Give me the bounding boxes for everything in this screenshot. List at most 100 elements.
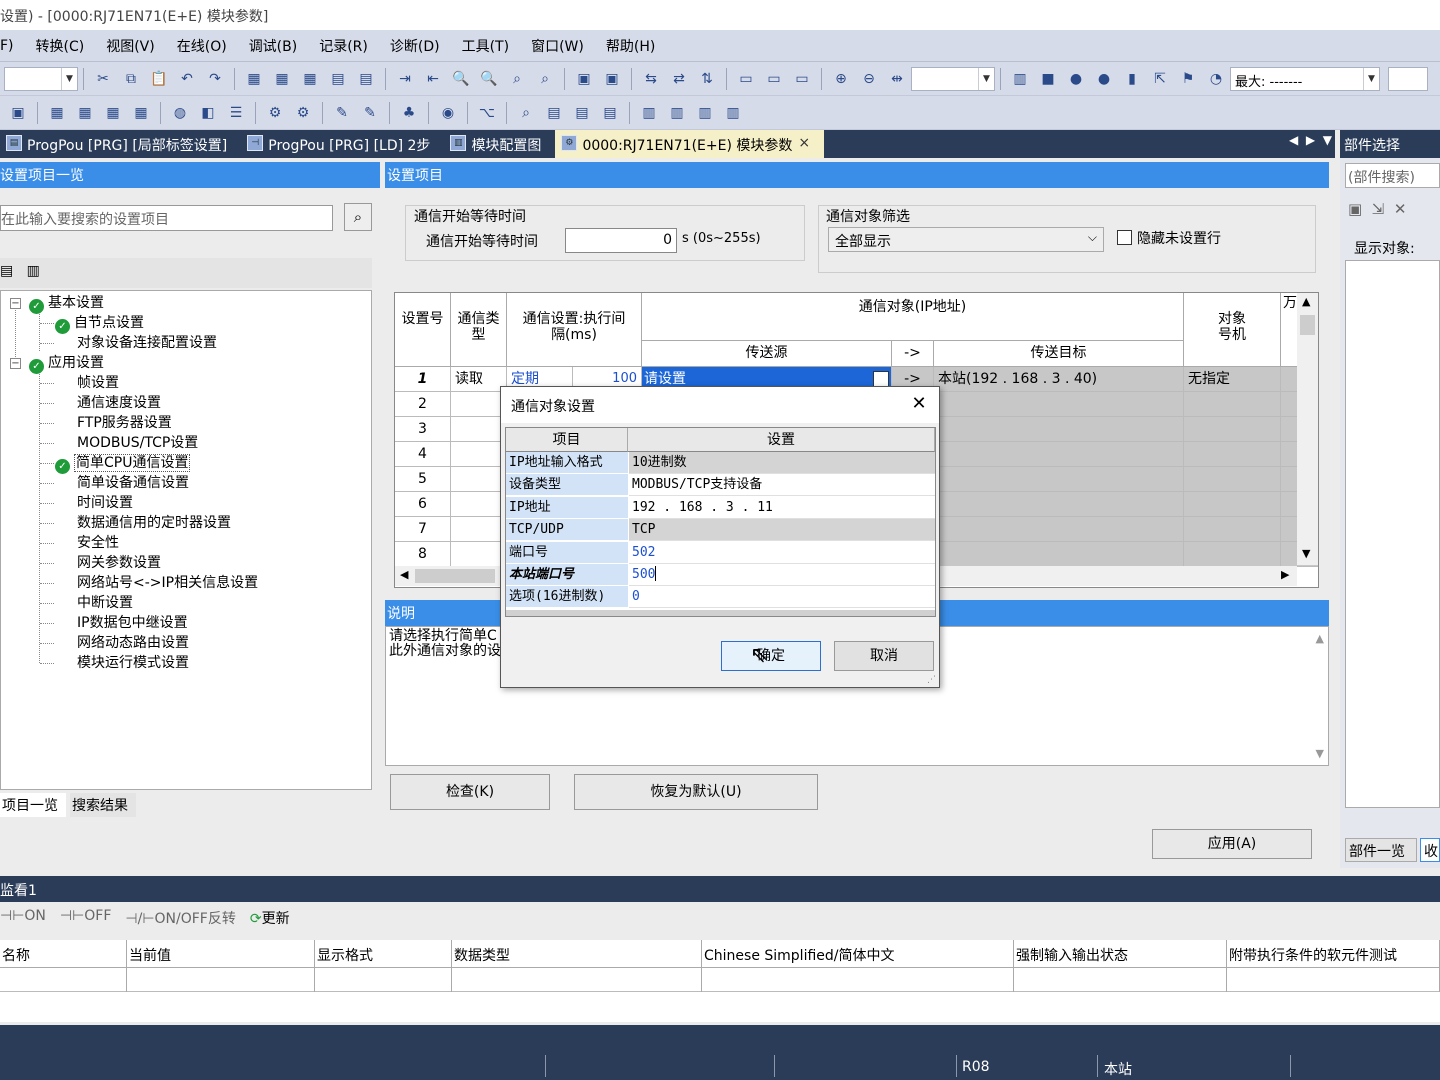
tree-node[interactable]: MODBUS/TCP设置 bbox=[77, 433, 198, 453]
table-cell[interactable]: 4 bbox=[395, 442, 451, 467]
watch-col-value[interactable]: 当前值 bbox=[127, 940, 315, 968]
check-icon[interactable]: ● bbox=[1065, 68, 1087, 90]
table-cell[interactable]: 5 bbox=[395, 467, 451, 492]
tree-node[interactable]: ✓ 自节点设置 bbox=[55, 313, 144, 334]
device-search-icon[interactable]: ▦ bbox=[271, 68, 293, 90]
convert-all-icon[interactable]: ✎ bbox=[359, 102, 381, 124]
table-cell[interactable]: 无指定 bbox=[1184, 367, 1281, 392]
zoom-in-icon[interactable]: ⊕ bbox=[830, 68, 852, 90]
tab-module-config[interactable]: ▥ 模块配置图 bbox=[444, 130, 555, 158]
table-cell[interactable] bbox=[1184, 492, 1281, 517]
watch-col-test[interactable]: 附带执行条件的软元件测试 bbox=[1227, 940, 1440, 968]
tab-list-icon[interactable]: ▼ bbox=[1323, 133, 1332, 147]
table-cell[interactable] bbox=[1184, 392, 1281, 417]
filter-select[interactable]: 全部显示 ⌵ bbox=[828, 227, 1104, 252]
table-icon-1[interactable]: ▥ bbox=[638, 102, 660, 124]
table-cell[interactable] bbox=[1184, 517, 1281, 542]
table-cell[interactable] bbox=[0, 968, 127, 992]
tree-node[interactable]: 中断设置 bbox=[77, 593, 133, 613]
dialog-item-value[interactable]: 192 . 168 . 3 . 11 bbox=[629, 497, 935, 519]
check-button[interactable]: 检查(K) bbox=[390, 774, 550, 810]
tab-ladder[interactable]: ⊣ ProgPou [PRG] [LD] 2步 bbox=[241, 130, 444, 158]
project-combo[interactable]: ▼ bbox=[4, 66, 78, 91]
table-row[interactable]: 本站端口号 500 bbox=[506, 564, 935, 586]
dev-icon-4[interactable]: ▦ bbox=[130, 102, 152, 124]
monitor-start-icon[interactable]: ▭ bbox=[735, 68, 757, 90]
close-icon[interactable]: × bbox=[798, 135, 810, 151]
device-clear-icon[interactable]: ▤ bbox=[355, 68, 377, 90]
table-row[interactable] bbox=[0, 968, 1440, 992]
table-cell[interactable] bbox=[934, 442, 1184, 467]
zoom-fit-icon[interactable]: ⇹ bbox=[886, 68, 908, 90]
module-icon[interactable]: ⚙ bbox=[292, 102, 314, 124]
scroll-thumb[interactable] bbox=[1300, 315, 1315, 335]
menu-online[interactable]: 在线(O) bbox=[166, 36, 238, 56]
cut-icon[interactable]: ✂ bbox=[92, 68, 114, 90]
tree-node[interactable]: 帧设置 bbox=[77, 373, 119, 393]
find-icon[interactable]: 🔍 bbox=[478, 68, 500, 90]
dialog-item-value[interactable]: TCP bbox=[629, 519, 935, 542]
table-cell[interactable] bbox=[934, 542, 1184, 567]
zoom-out-icon[interactable]: ⊖ bbox=[858, 68, 880, 90]
settings-search-input[interactable]: 在此输入要搜索的设置项目 bbox=[0, 205, 333, 231]
table-cell[interactable] bbox=[451, 392, 507, 417]
tab-search-results[interactable]: 搜索结果 bbox=[70, 793, 136, 817]
simulation-icon[interactable]: ♣ bbox=[398, 102, 420, 124]
table-cell[interactable] bbox=[451, 542, 507, 567]
remote-icon[interactable]: ▥ bbox=[1009, 68, 1031, 90]
tab-parts-list[interactable]: 部件一览 bbox=[1345, 838, 1417, 862]
table-cell[interactable] bbox=[1184, 442, 1281, 467]
dialog-item-value[interactable]: MODBUS/TCP支持设备 bbox=[629, 474, 935, 497]
write-plc-icon[interactable]: ⇥ bbox=[394, 68, 416, 90]
table-cell[interactable] bbox=[1184, 467, 1281, 492]
close-icon[interactable]: ✕ bbox=[907, 393, 931, 417]
tab-item-list[interactable]: 项目一览 bbox=[0, 793, 66, 817]
expand-all-icon[interactable]: ▤ bbox=[0, 263, 13, 279]
resize-grip-icon[interactable]: ⋰ bbox=[927, 675, 936, 685]
monitor-stop-icon[interactable]: ▭ bbox=[763, 68, 785, 90]
dev-monitor-icon[interactable]: ▣ bbox=[573, 68, 595, 90]
extra-combo[interactable] bbox=[1388, 66, 1428, 91]
table-cell[interactable] bbox=[934, 492, 1184, 517]
search-icon[interactable]: ⌕ bbox=[344, 203, 372, 231]
tree-node[interactable]: 对象设备连接配置设置 bbox=[77, 333, 217, 353]
table-cell[interactable] bbox=[451, 467, 507, 492]
wait-time-input[interactable]: 0 bbox=[565, 228, 677, 253]
menu-debug[interactable]: 调试(B) bbox=[238, 36, 309, 56]
device-icon[interactable]: ▦ bbox=[243, 68, 265, 90]
read-plc-icon[interactable]: ⇤ bbox=[422, 68, 444, 90]
online-write-icon[interactable]: ⇆ bbox=[640, 68, 662, 90]
dev-icon-3[interactable]: ▦ bbox=[102, 102, 124, 124]
table-row[interactable]: IP地址输入格式 10进制数 bbox=[506, 452, 935, 474]
tree-node[interactable]: ✓ 应用设置 bbox=[29, 353, 104, 374]
scroll-down-icon[interactable]: ▼ bbox=[1302, 547, 1310, 560]
tree-node[interactable]: 网络动态路由设置 bbox=[77, 633, 189, 653]
table-cell[interactable]: 本站(192 . 168 . 3 . 40) bbox=[934, 367, 1184, 392]
table-cell[interactable] bbox=[934, 417, 1184, 442]
table-cell[interactable] bbox=[1184, 542, 1281, 567]
table-cell[interactable] bbox=[1227, 968, 1440, 992]
tree-node[interactable]: 时间设置 bbox=[77, 493, 133, 513]
tab-next-icon[interactable]: ▶ bbox=[1306, 133, 1315, 147]
table-cell[interactable] bbox=[451, 442, 507, 467]
tree-node[interactable]: 网关参数设置 bbox=[77, 553, 161, 573]
menu-file[interactable]: F) bbox=[0, 38, 25, 54]
apply-button[interactable]: 应用(A) bbox=[1152, 829, 1312, 859]
table-row[interactable]: 端口号 502 bbox=[506, 541, 935, 564]
label-icon[interactable]: ◍ bbox=[169, 102, 191, 124]
table-cell[interactable] bbox=[451, 517, 507, 542]
force-on-button[interactable]: ⊣⊢ON bbox=[0, 908, 46, 928]
convert-icon[interactable]: ✎ bbox=[331, 102, 353, 124]
table-cell[interactable]: 6 bbox=[395, 492, 451, 517]
parameter-icon[interactable]: ⚙ bbox=[264, 102, 286, 124]
watch-col-comment[interactable]: Chinese Simplified/简体中文 bbox=[702, 940, 1014, 968]
scroll-up-icon[interactable]: ▲ bbox=[1302, 295, 1310, 308]
table-icon-2[interactable]: ▥ bbox=[666, 102, 688, 124]
tab-collect[interactable]: 收 bbox=[1420, 838, 1440, 862]
label-edit-icon[interactable]: ◧ bbox=[197, 102, 219, 124]
parts-sort-icon[interactable]: ⇲ bbox=[1372, 200, 1385, 218]
verify-icon[interactable]: 🔍 bbox=[450, 68, 472, 90]
table-cell[interactable] bbox=[451, 492, 507, 517]
dialog-item-value[interactable]: 500 bbox=[629, 564, 935, 586]
table-cell[interactable] bbox=[452, 968, 702, 992]
